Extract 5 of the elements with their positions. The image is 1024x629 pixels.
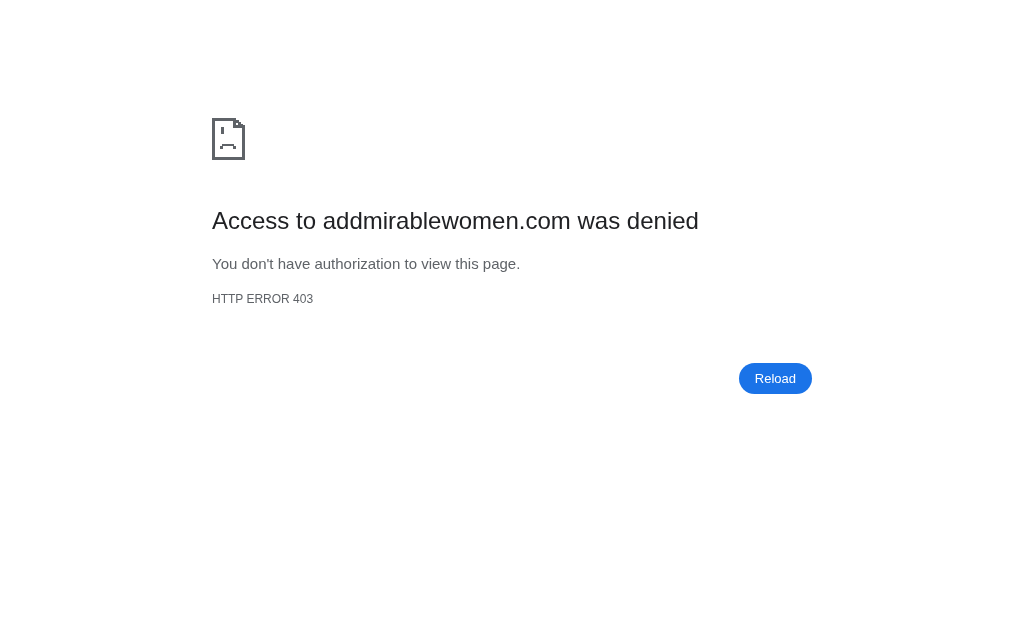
error-title: Access to addmirablewomen.com was denied bbox=[212, 206, 700, 236]
error-code: HTTP ERROR 403 bbox=[212, 291, 315, 307]
sad-page-icon bbox=[212, 118, 245, 160]
error-message: You don't have authorization to view this page. bbox=[212, 254, 522, 274]
reload-button[interactable]: Reload bbox=[738, 363, 812, 394]
